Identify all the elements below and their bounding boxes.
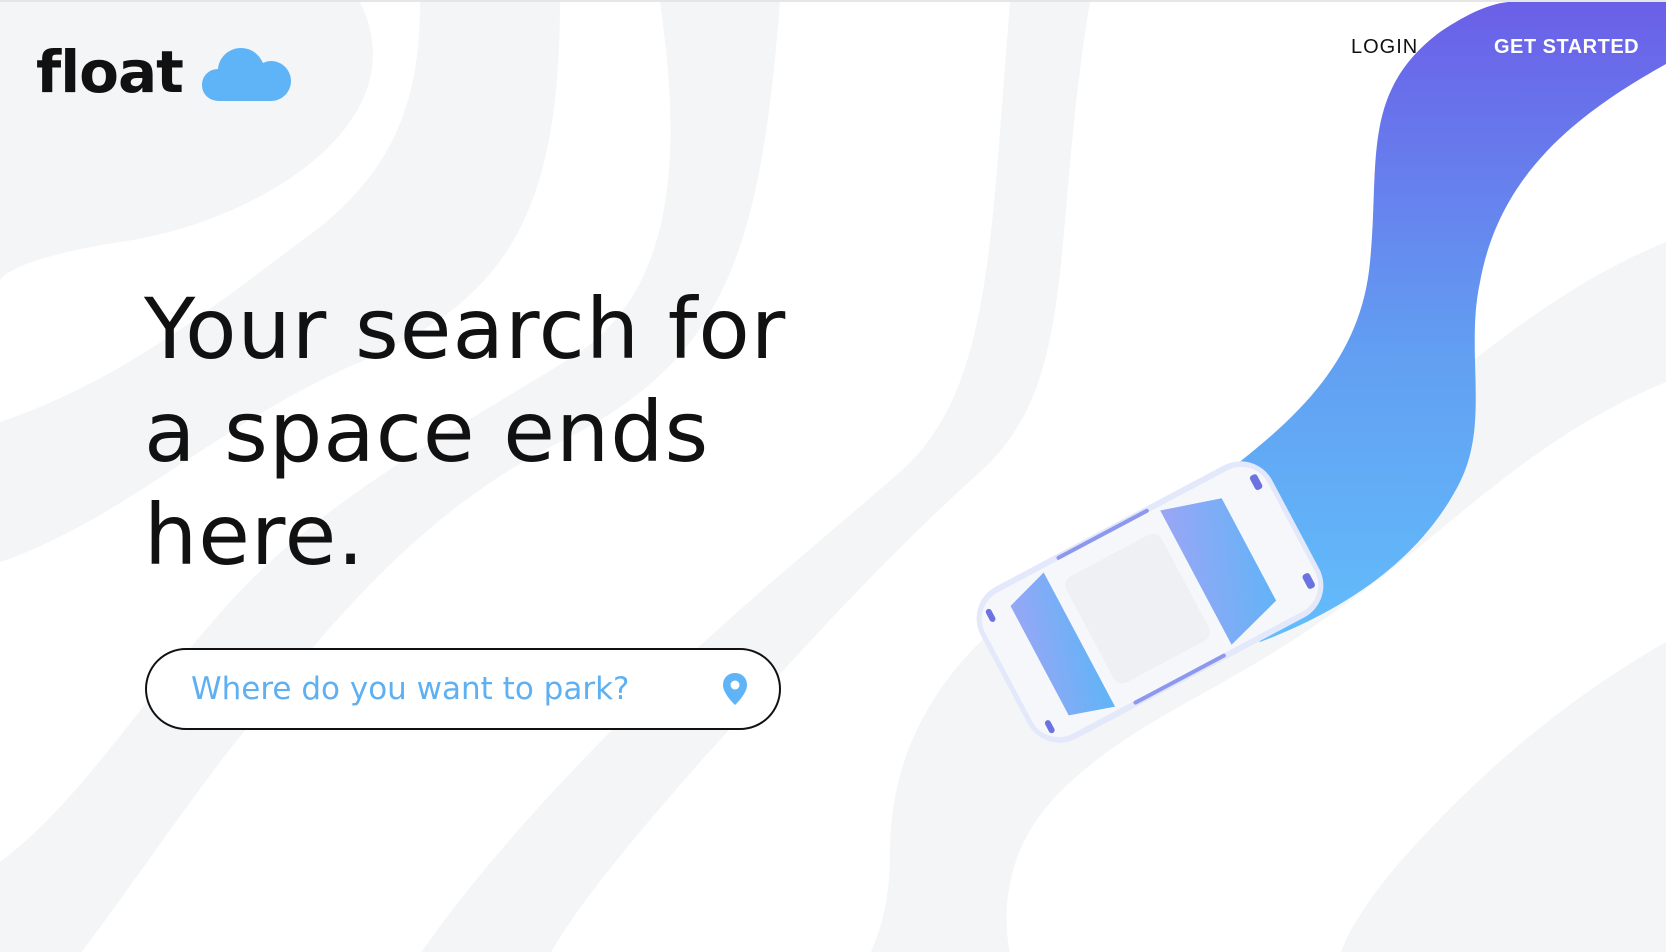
map-pin-icon[interactable] (721, 672, 749, 706)
get-started-button[interactable]: GET STARTED (1494, 36, 1639, 59)
hero-title: Your search for a space ends here. (144, 280, 787, 584)
cloud-icon (201, 48, 291, 101)
search-bar[interactable] (145, 648, 781, 730)
login-link[interactable]: LOGIN (1351, 36, 1418, 59)
brand-name: float (36, 38, 184, 106)
brand-logo[interactable]: float (36, 42, 293, 102)
search-input[interactable] (191, 671, 721, 707)
landing-page: float LOGIN GET STARTED Your search for … (0, 0, 1666, 952)
